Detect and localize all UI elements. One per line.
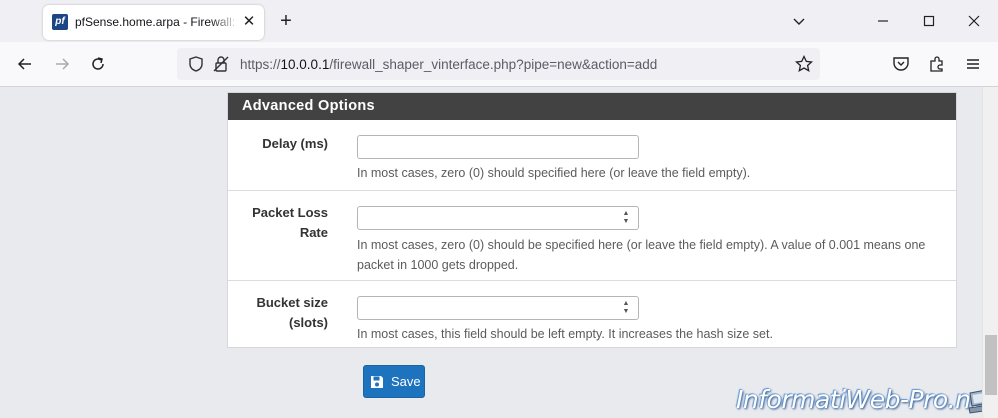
page-content: Advanced Options Delay (ms) In most case… xyxy=(0,87,998,418)
number-spinner-icon[interactable]: ▲ ▼ xyxy=(621,300,631,316)
packet-loss-rate-row: Packet Loss Rate ▲ ▼ In most cases, zero (… xyxy=(228,191,956,281)
close-tab-icon[interactable]: ✕ xyxy=(241,14,257,30)
browser-tab-active[interactable]: pf pfSense.home.arpa - Firewall: Tr ✕ xyxy=(43,5,264,40)
delay-help-text: In most cases, zero (0) should specified… xyxy=(357,166,751,180)
hamburger-menu-icon[interactable] xyxy=(963,54,983,74)
back-arrow-icon[interactable] xyxy=(15,54,35,74)
pocket-icon[interactable] xyxy=(891,54,911,74)
bucket-size-input[interactable]: ▲ ▼ xyxy=(357,296,639,320)
insecure-lock-icon[interactable] xyxy=(211,54,231,74)
save-button-label: Save xyxy=(391,374,421,389)
extensions-puzzle-icon[interactable] xyxy=(927,54,947,74)
address-bar[interactable]: https://10.0.0.1/firewall_shaper_vinterf… xyxy=(177,48,820,80)
packet-loss-rate-input[interactable]: ▲ ▼ xyxy=(357,206,639,230)
floppy-disk-icon xyxy=(371,376,383,388)
pfsense-favicon-icon: pf xyxy=(52,14,68,30)
list-all-tabs-icon[interactable] xyxy=(790,12,808,30)
packet-loss-rate-help-text: In most cases, zero (0) should be specif… xyxy=(357,238,926,272)
bookmark-star-icon[interactable] xyxy=(794,54,814,74)
browser-navigation-bar: https://10.0.0.1/firewall_shaper_vinterf… xyxy=(0,42,998,87)
delay-row: Delay (ms) In most cases, zero (0) shoul… xyxy=(228,120,956,191)
bucket-size-row: Bucket size (slots) ▲ ▼ In most cases, thi… xyxy=(228,281,956,348)
number-spinner-icon[interactable]: ▲ ▼ xyxy=(621,210,631,226)
bucket-size-help-text: In most cases, this field should be left… xyxy=(357,327,773,341)
reload-icon[interactable] xyxy=(88,54,108,74)
page-scrollbar[interactable] xyxy=(982,87,998,418)
url-text: https://10.0.0.1/firewall_shaper_vinterf… xyxy=(240,57,658,72)
tab-title-fade xyxy=(211,9,239,33)
bucket-size-label: Bucket size (slots) xyxy=(256,295,328,330)
packet-loss-rate-label: Packet Loss Rate xyxy=(252,205,328,240)
close-window-icon[interactable] xyxy=(965,12,983,30)
panel-heading: Advanced Options xyxy=(228,93,956,120)
browser-tab-strip: pf pfSense.home.arpa - Firewall: Tr ✕ + xyxy=(0,0,998,42)
tracking-protection-shield-icon[interactable] xyxy=(186,54,206,74)
delay-label: Delay (ms) xyxy=(262,136,328,151)
advanced-options-panel: Advanced Options Delay (ms) In most case… xyxy=(227,92,957,348)
forward-arrow-icon[interactable] xyxy=(52,54,72,74)
delay-input[interactable] xyxy=(357,135,639,159)
minimize-window-icon[interactable] xyxy=(874,12,892,30)
new-tab-icon[interactable]: + xyxy=(276,11,296,31)
watermark-text: InformatiWeb-Pro.net xyxy=(736,385,995,414)
scrollbar-thumb[interactable] xyxy=(985,335,997,395)
maximize-window-icon[interactable] xyxy=(920,12,938,30)
save-button[interactable]: Save xyxy=(363,365,425,398)
